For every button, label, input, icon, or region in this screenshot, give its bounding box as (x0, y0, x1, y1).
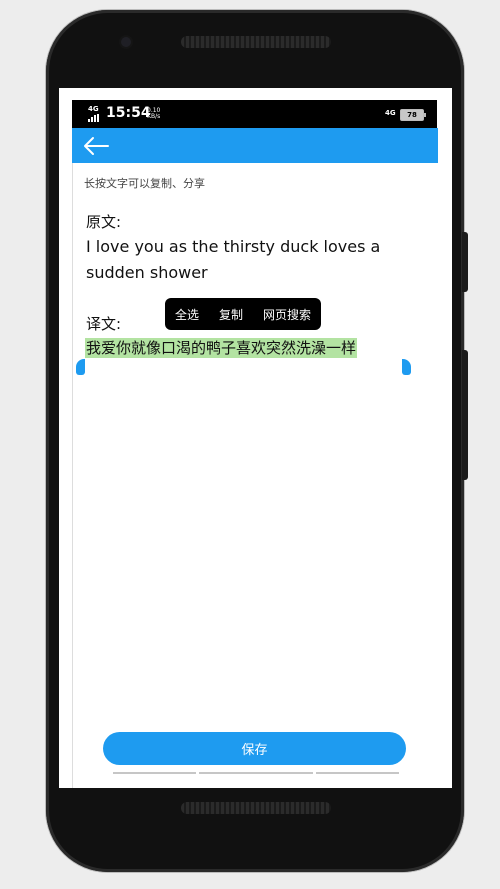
status-bar: 4G 15:54 0.10 KB/s 4G 78 (72, 100, 437, 128)
original-label: 原文: (86, 213, 122, 231)
power-button (462, 350, 468, 480)
signal-icon (88, 114, 102, 122)
menu-item-web-search[interactable]: 网页搜索 (260, 306, 314, 323)
arrow-left-icon[interactable] (82, 135, 110, 157)
menu-item-copy[interactable]: 复制 (216, 306, 246, 323)
hint-text: 长按文字可以复制、分享 (84, 177, 205, 190)
bottom-speaker-grille (181, 802, 331, 814)
menu-item-select-all[interactable]: 全选 (172, 306, 202, 323)
network-type: 4G (88, 105, 99, 113)
translation-label: 译文: (86, 315, 122, 333)
network-type-right: 4G (385, 109, 396, 117)
translation-text[interactable]: 我爱你就像口渴的鸭子喜欢突然洗澡一样 (85, 338, 358, 358)
selection-handle-left[interactable] (76, 359, 85, 375)
original-text[interactable]: I love you as the thirsty duck loves a s… (86, 234, 386, 286)
bottom-indicator (113, 772, 399, 775)
app-bar (72, 128, 438, 163)
content-area: 长按文字可以复制、分享 原文: I love you as the thirst… (72, 163, 438, 788)
top-speaker-grille (181, 36, 331, 48)
context-menu: 全选 复制 网页搜索 (165, 298, 321, 330)
divider (72, 163, 73, 788)
selection-handle-right[interactable] (402, 359, 411, 375)
front-camera (121, 37, 131, 47)
volume-button (462, 232, 468, 292)
screen: 4G 15:54 0.10 KB/s 4G 78 长按文字可以复制、分享 原文:… (59, 88, 452, 788)
network-speed: 0.10 KB/s (147, 108, 160, 120)
status-time: 15:54 (106, 105, 151, 121)
battery-icon: 78 (400, 109, 426, 121)
network-speed-unit: KB/s (147, 113, 161, 120)
save-button[interactable]: 保存 (103, 732, 406, 765)
